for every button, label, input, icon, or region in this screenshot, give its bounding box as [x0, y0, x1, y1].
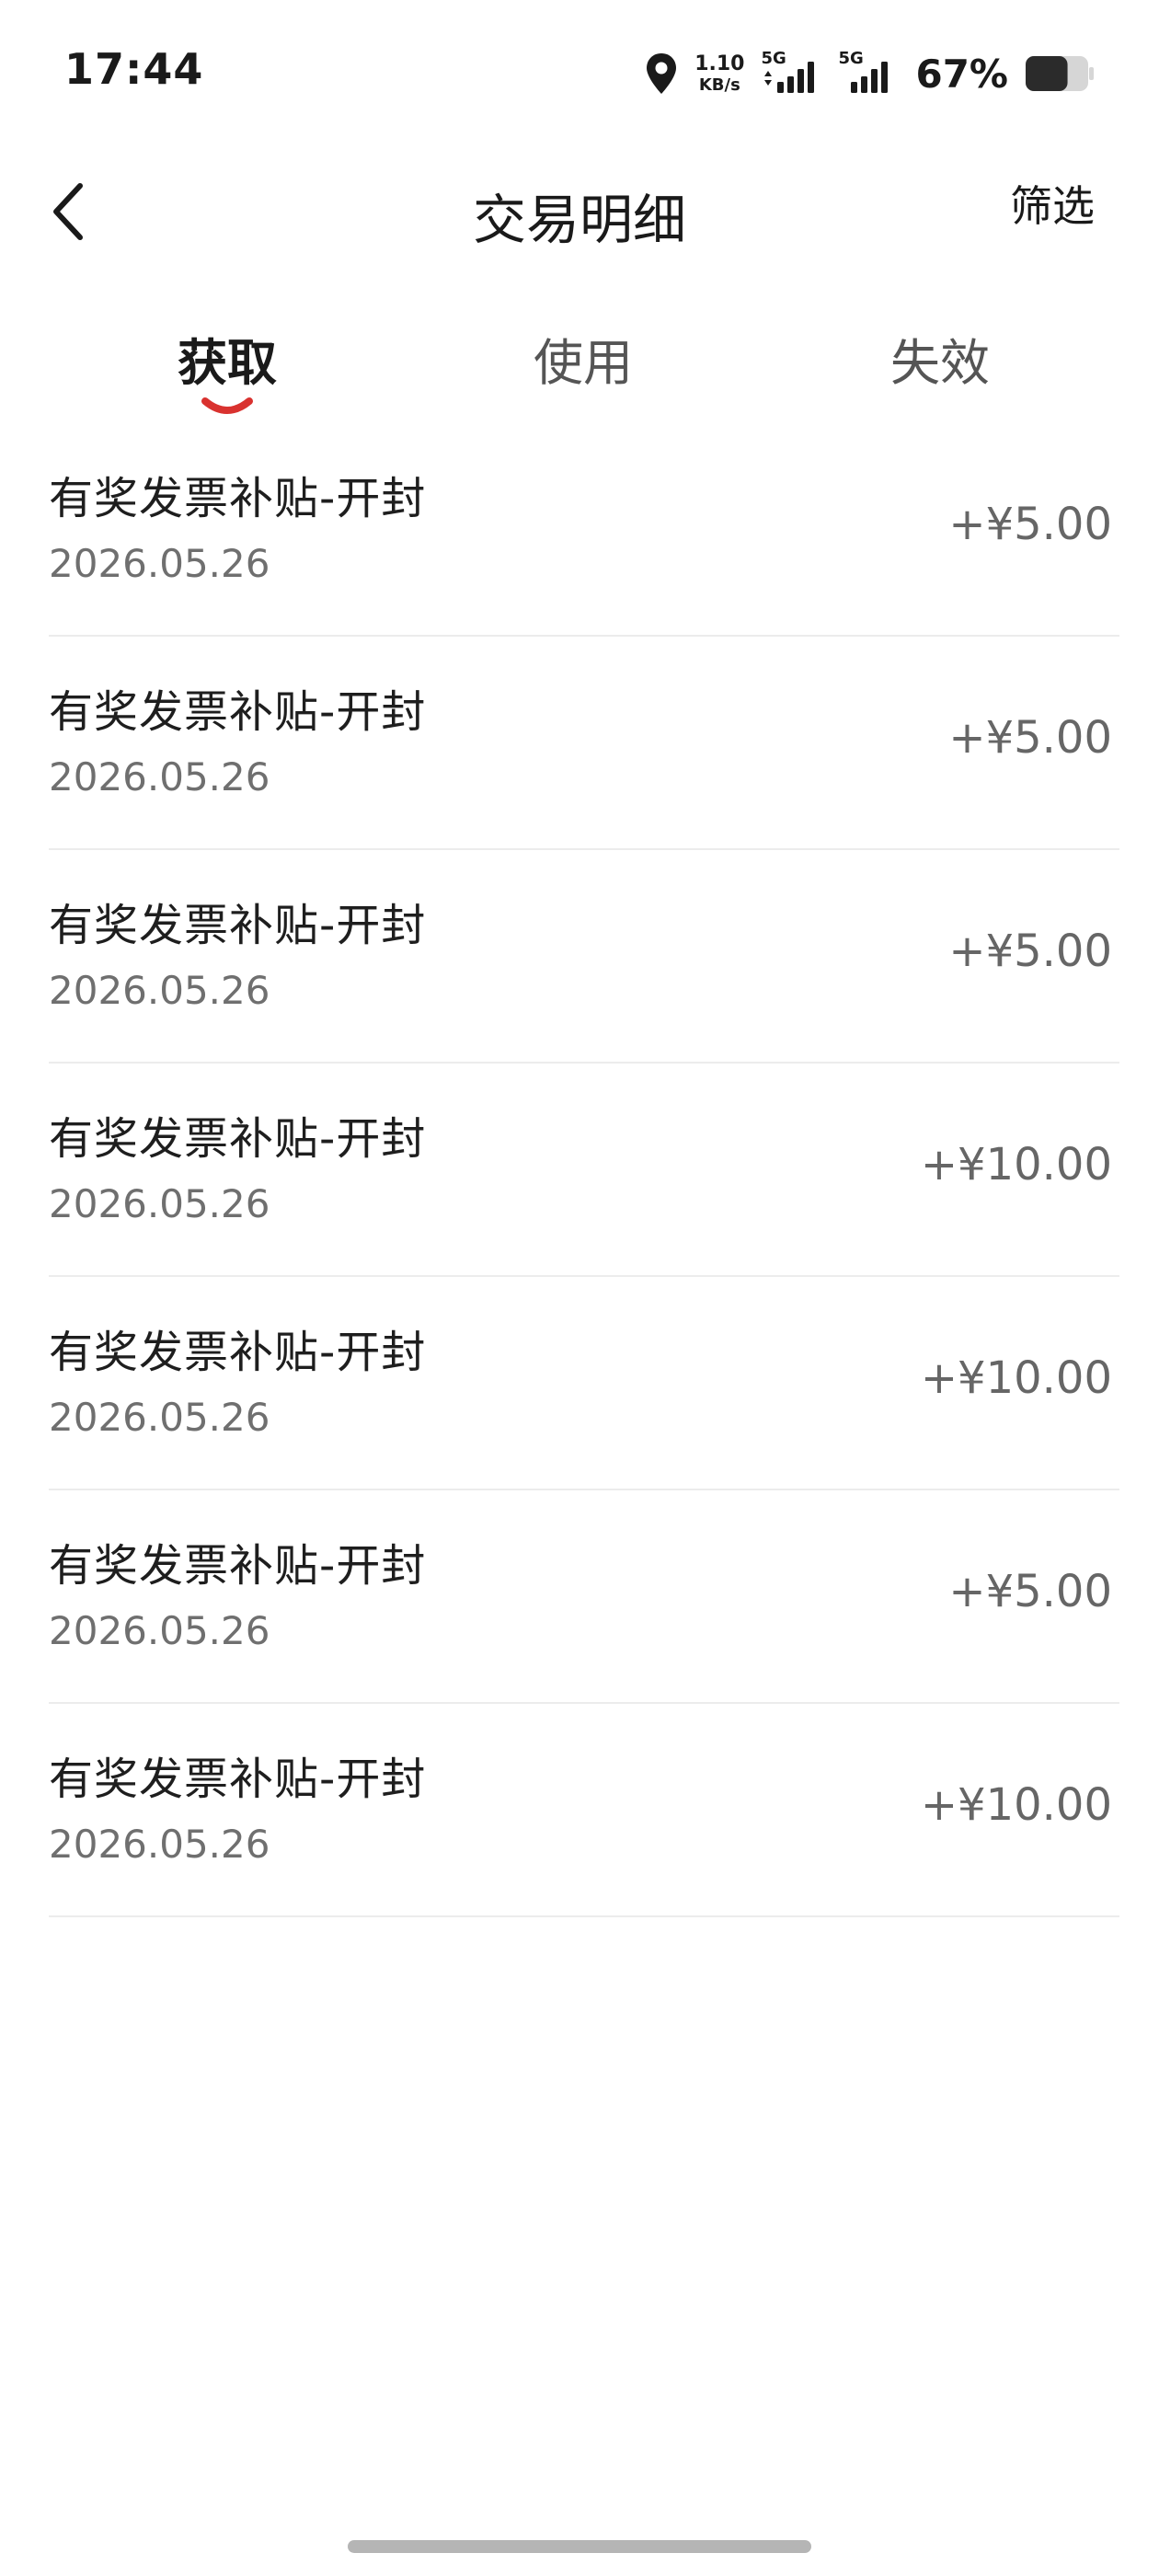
transaction-row[interactable]: 有奖发票补贴-开封 2026.05.26 +¥10.00	[0, 1064, 1159, 1277]
transaction-amount: +¥5.00	[948, 712, 1112, 764]
transaction-amount: +¥5.00	[948, 926, 1112, 977]
sim2-signal: 5G	[838, 51, 899, 97]
transaction-row[interactable]: 有奖发票补贴-开封 2026.05.26 +¥5.00	[0, 850, 1159, 1064]
transaction-title: 有奖发票补贴-开封	[49, 473, 427, 524]
tab-bar: 获取 使用 失效	[0, 322, 1159, 432]
transaction-row[interactable]: 有奖发票补贴-开封 2026.05.26 +¥5.00	[0, 1490, 1159, 1704]
transaction-date: 2026.05.26	[49, 968, 270, 1013]
status-bar: 17:44 1.10 KB/s 5G 5G 67%	[0, 0, 1159, 138]
transaction-date: 2026.05.26	[49, 1395, 270, 1440]
transaction-date: 2026.05.26	[49, 1608, 270, 1653]
active-tab-indicator	[201, 397, 253, 414]
transaction-title: 有奖发票补贴-开封	[49, 900, 427, 951]
tab-obtain[interactable]: 获取	[108, 322, 347, 414]
signal-icon	[764, 62, 815, 93]
tab-label: 使用	[534, 334, 633, 392]
home-indicator[interactable]	[348, 2540, 811, 2553]
transaction-amount: +¥10.00	[920, 1779, 1112, 1831]
transaction-amount: +¥10.00	[920, 1139, 1112, 1190]
transaction-list: 有奖发票补贴-开封 2026.05.26 +¥5.00 有奖发票补贴-开封 20…	[0, 423, 1159, 1917]
transaction-row[interactable]: 有奖发票补贴-开封 2026.05.26 +¥10.00	[0, 1704, 1159, 1917]
transaction-title: 有奖发票补贴-开封	[49, 1327, 427, 1378]
battery-icon	[1025, 55, 1095, 92]
tab-use[interactable]: 使用	[464, 322, 703, 395]
transaction-date: 2026.05.26	[49, 1181, 270, 1226]
network-speed-unit: KB/s	[698, 75, 740, 95]
status-icons: 1.10 KB/s 5G 5G 67%	[645, 46, 1095, 101]
transaction-row[interactable]: 有奖发票补贴-开封 2026.05.26 +¥5.00	[0, 423, 1159, 637]
transaction-date: 2026.05.26	[49, 541, 270, 586]
transaction-title: 有奖发票补贴-开封	[49, 1754, 427, 1805]
transaction-row[interactable]: 有奖发票补贴-开封 2026.05.26 +¥10.00	[0, 1277, 1159, 1490]
page-title: 交易明细	[472, 189, 686, 251]
battery-percent: 67%	[915, 51, 1008, 97]
transaction-amount: +¥10.00	[920, 1352, 1112, 1404]
location-icon	[645, 52, 678, 96]
filter-button[interactable]: 筛选	[1010, 173, 1095, 234]
tab-label: 获取	[178, 334, 277, 392]
transaction-amount: +¥5.00	[948, 1566, 1112, 1617]
row-divider	[49, 1915, 1119, 1917]
transaction-title: 有奖发票补贴-开封	[49, 686, 427, 738]
transaction-row[interactable]: 有奖发票补贴-开封 2026.05.26 +¥5.00	[0, 637, 1159, 850]
transaction-title: 有奖发票补贴-开封	[49, 1113, 427, 1165]
status-time: 17:44	[64, 44, 204, 94]
page-header: 交易明细 筛选	[0, 166, 1159, 258]
sim1-signal: 5G	[761, 51, 821, 97]
tab-label: 失效	[890, 334, 990, 392]
transaction-amount: +¥5.00	[948, 499, 1112, 550]
tab-expired[interactable]: 失效	[820, 322, 1060, 395]
signal-icon	[851, 62, 889, 93]
transaction-title: 有奖发票补贴-开封	[49, 1540, 427, 1592]
network-speed-value: 1.10	[694, 52, 745, 75]
network-speed: 1.10 KB/s	[694, 52, 745, 95]
transaction-date: 2026.05.26	[49, 1822, 270, 1867]
transaction-date: 2026.05.26	[49, 754, 270, 799]
